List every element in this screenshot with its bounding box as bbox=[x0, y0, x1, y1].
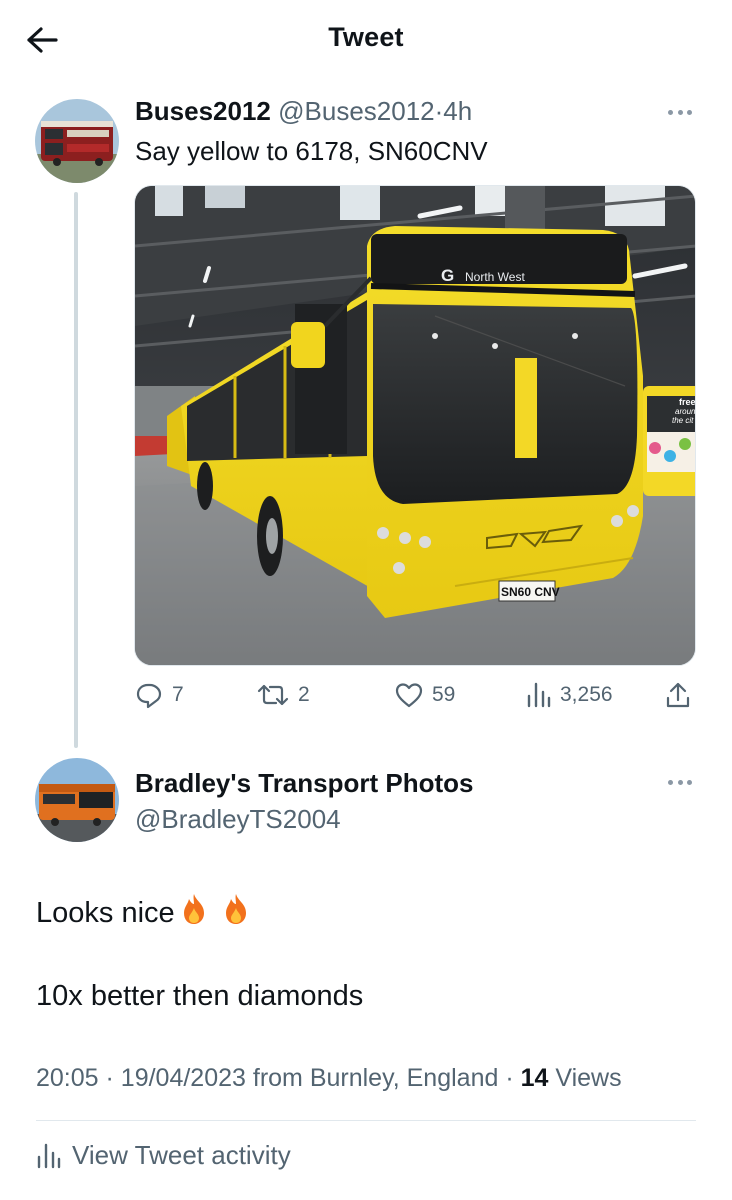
view-tweet-activity-link[interactable]: View Tweet activity bbox=[36, 1140, 291, 1171]
separator: · bbox=[105, 1064, 114, 1092]
reply-count: 7 bbox=[172, 683, 184, 706]
views-label: Views bbox=[555, 1064, 622, 1092]
analytics-icon bbox=[37, 1143, 61, 1168]
separator: · bbox=[505, 1064, 514, 1092]
divider bbox=[36, 1120, 696, 1121]
tweet-metadata: 20:05 · 19/04/2023 from Burnley, England… bbox=[36, 1064, 622, 1093]
svg-text:G: G bbox=[441, 266, 454, 285]
separator: · bbox=[434, 96, 444, 126]
avatar[interactable] bbox=[35, 758, 119, 842]
reply-button[interactable]: 7 bbox=[134, 680, 184, 710]
dot bbox=[668, 779, 673, 785]
reply-text-line: 10x better then diamonds bbox=[36, 980, 364, 1012]
like-count: 59 bbox=[432, 683, 456, 706]
svg-text:North West: North West bbox=[465, 270, 525, 284]
retweet-icon bbox=[257, 684, 289, 706]
views-number: 14 bbox=[520, 1064, 549, 1092]
svg-text:the cit: the cit bbox=[672, 416, 694, 425]
dot bbox=[677, 779, 683, 785]
tweet-actions: 7 2 59 3,256 bbox=[134, 680, 696, 720]
dot bbox=[668, 109, 673, 115]
post-source: from Burnley, England bbox=[252, 1064, 499, 1092]
activity-label: View Tweet activity bbox=[72, 1140, 291, 1170]
avatar[interactable] bbox=[35, 99, 119, 183]
reply-text-line: Looks nice bbox=[36, 892, 251, 930]
post-date[interactable]: 19/04/2023 bbox=[121, 1064, 246, 1092]
retweet-count: 2 bbox=[298, 683, 310, 706]
tweet-header: Buses2012 @Buses2012·4h bbox=[135, 96, 472, 127]
retweet-button[interactable]: 2 bbox=[256, 680, 310, 710]
bus-photo: free aroun the cit North West G SN60 CNV bbox=[135, 186, 696, 665]
views-count: 3,256 bbox=[560, 683, 613, 706]
svg-text:SN60 CNV: SN60 CNV bbox=[501, 585, 560, 599]
heart-icon bbox=[395, 683, 423, 708]
thread-line bbox=[74, 192, 78, 748]
views-button[interactable]: 3,256 bbox=[526, 680, 613, 710]
fire-emoji-icon bbox=[225, 894, 246, 924]
fire-emoji-icon bbox=[183, 894, 204, 924]
timestamp[interactable]: 4h bbox=[443, 96, 472, 126]
svg-text:free: free bbox=[679, 397, 696, 407]
share-button[interactable] bbox=[664, 680, 692, 710]
page-title: Tweet bbox=[328, 22, 404, 52]
handle[interactable]: @BradleyTS2004 bbox=[135, 804, 341, 835]
post-time[interactable]: 20:05 bbox=[36, 1064, 99, 1092]
tweet-image[interactable]: free aroun the cit North West G SN60 CNV bbox=[134, 185, 696, 666]
reply-icon bbox=[136, 683, 162, 709]
dot bbox=[687, 109, 692, 115]
share-icon bbox=[666, 682, 690, 708]
display-name[interactable]: Buses2012 bbox=[135, 96, 271, 126]
top-bar: Tweet bbox=[0, 0, 732, 80]
svg-text:aroun: aroun bbox=[675, 407, 696, 416]
dot bbox=[677, 109, 683, 115]
dot bbox=[687, 779, 692, 785]
display-name[interactable]: Bradley's Transport Photos bbox=[135, 768, 473, 799]
tweet-text: Say yellow to 6178, SN60CNV bbox=[135, 136, 488, 166]
like-button[interactable]: 59 bbox=[394, 680, 455, 710]
analytics-icon bbox=[527, 682, 551, 708]
more-options-button[interactable] bbox=[662, 772, 698, 792]
handle[interactable]: @Buses2012 bbox=[278, 96, 435, 126]
more-options-button[interactable] bbox=[662, 102, 698, 122]
reply-text: Looks nice bbox=[36, 897, 175, 929]
